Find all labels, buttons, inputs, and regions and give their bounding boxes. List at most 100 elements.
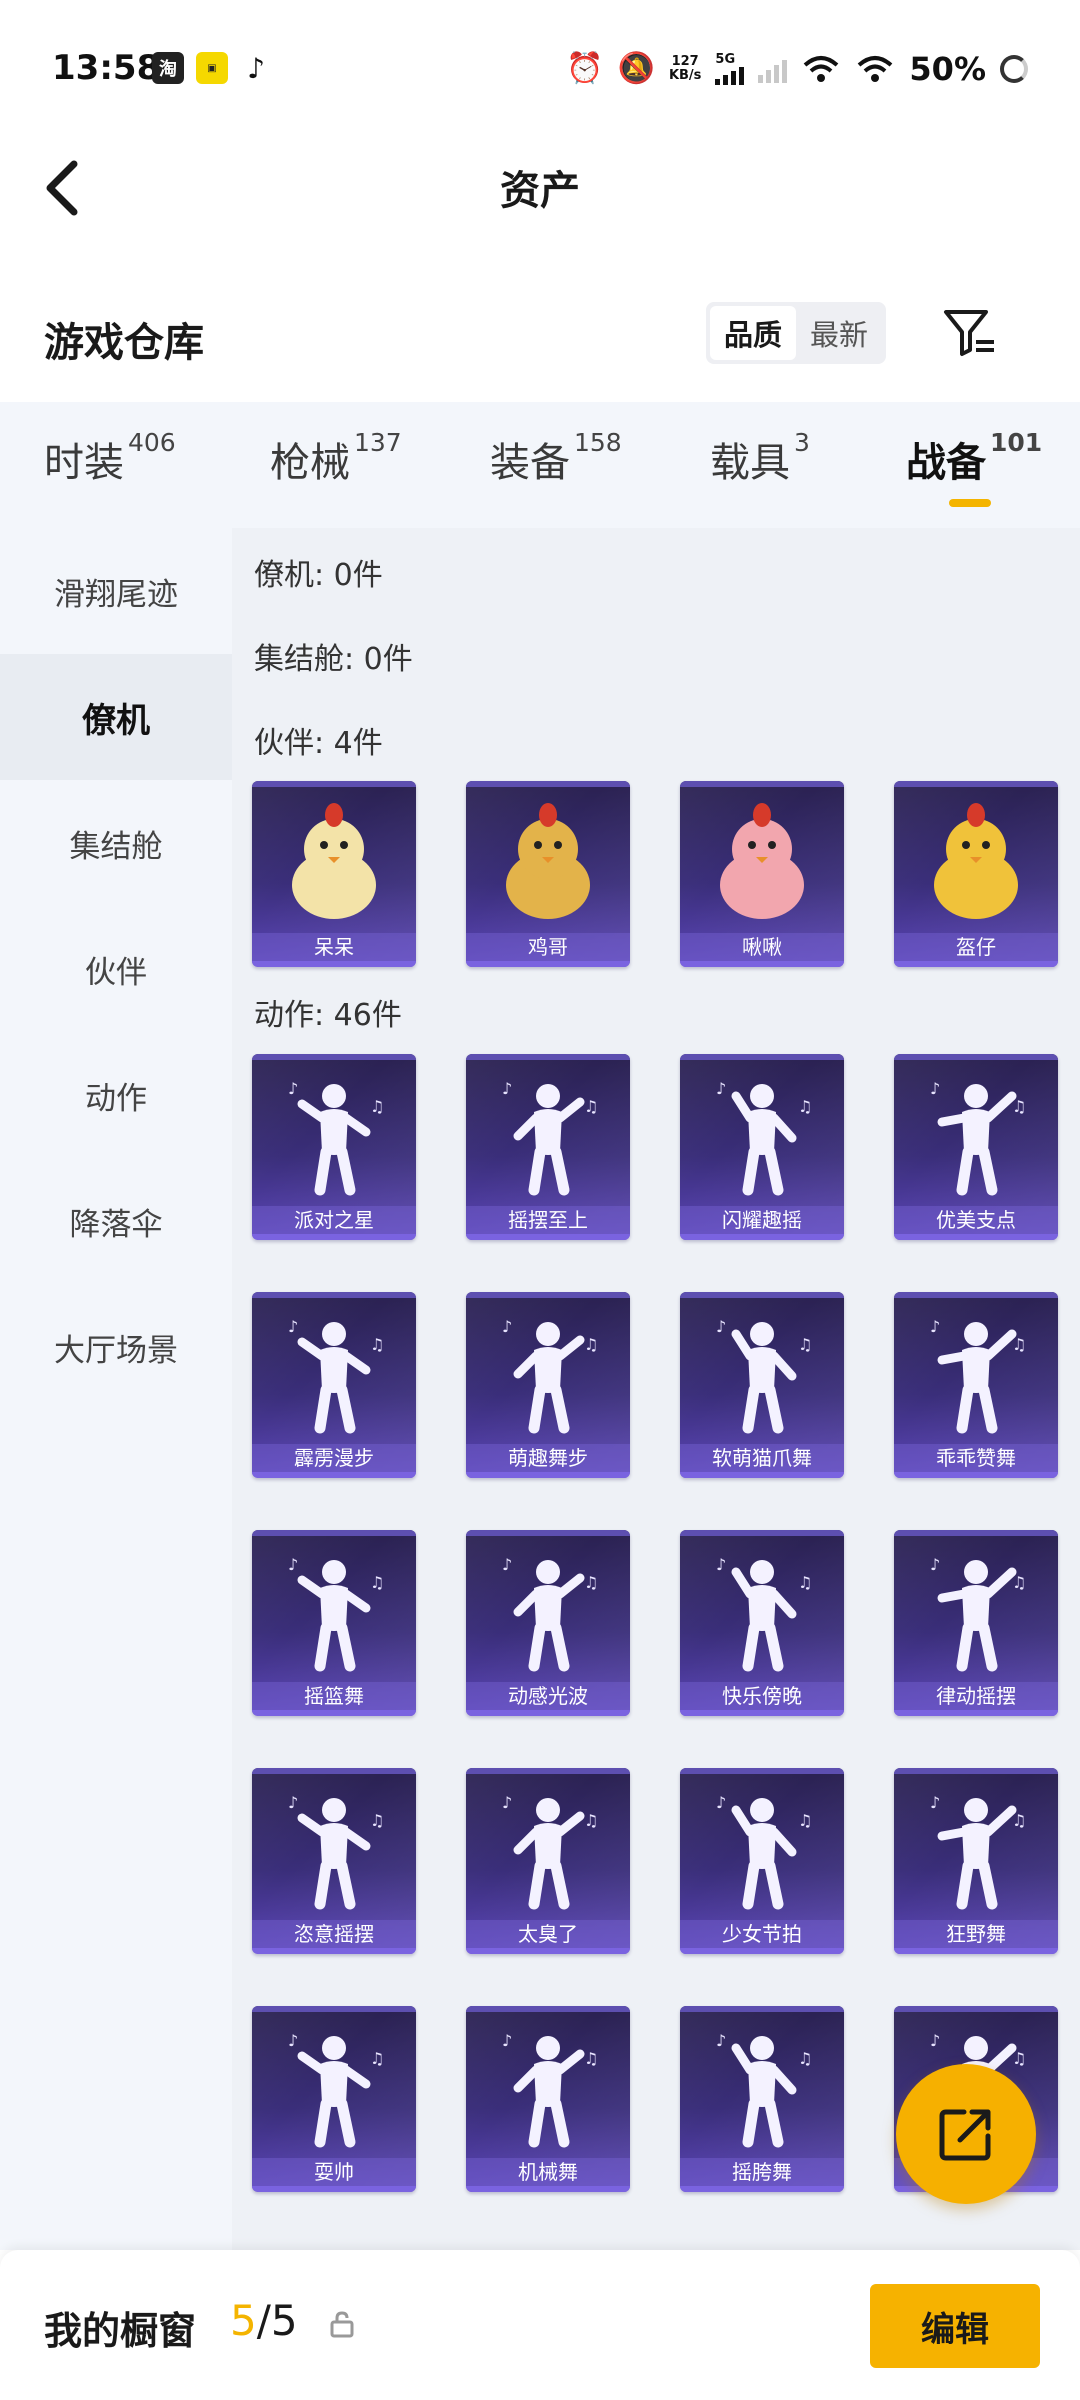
loading-ring-icon bbox=[1000, 55, 1028, 83]
emote-card[interactable]: ♪ ♫ 律动摇摆 bbox=[894, 1530, 1058, 1716]
emote-name: 闪耀趣摇 bbox=[680, 1206, 844, 1234]
tab-equipment[interactable]: 装备 158 bbox=[490, 428, 622, 488]
group-label-companion: 伙伴: 4件 bbox=[254, 726, 383, 761]
tab-guns[interactable]: 枪械 137 bbox=[270, 428, 402, 488]
dance-figure-icon: ♪♫ bbox=[502, 2031, 598, 2148]
emote-card[interactable]: ♪ ♫ 摇胯舞 bbox=[680, 2006, 844, 2192]
emote-card[interactable]: ♪ ♫ 乖乖赞舞 bbox=[894, 1292, 1058, 1478]
svg-text:♪: ♪ bbox=[288, 1317, 298, 1336]
group-label-emote: 动作: 46件 bbox=[254, 998, 402, 1033]
card-bottom-stripe bbox=[252, 2186, 416, 2192]
sidebar-item-glide-trail[interactable]: 滑翔尾迹 bbox=[0, 528, 232, 654]
wifi-calling-icon bbox=[804, 56, 839, 82]
companion-name: 鸡哥 bbox=[466, 933, 630, 961]
card-bottom-stripe bbox=[894, 1948, 1058, 1954]
emote-card[interactable]: ♪ ♫ 狂野舞 bbox=[894, 1768, 1058, 1954]
emote-card[interactable]: ♪ ♫ 闪耀趣摇 bbox=[680, 1054, 844, 1240]
card-top-stripe bbox=[466, 1768, 630, 1774]
sidebar-item-companion[interactable]: 伙伴 bbox=[0, 906, 232, 1032]
card-top-stripe bbox=[466, 2006, 630, 2012]
emote-name: 太臭了 bbox=[466, 1920, 630, 1948]
dance-figure-icon: ♪♫ bbox=[288, 2031, 384, 2148]
tab-fashion[interactable]: 时装 406 bbox=[44, 428, 176, 488]
dance-figure-icon: ♪♫ bbox=[502, 1555, 598, 1672]
svg-text:♪: ♪ bbox=[716, 1079, 726, 1098]
card-bottom-stripe bbox=[680, 1948, 844, 1954]
emote-card[interactable]: ♪ ♫ 摇篮舞 bbox=[252, 1530, 416, 1716]
warehouse-header: 游戏仓库 品质 最新 bbox=[0, 290, 1080, 390]
sidebar-item-emote[interactable]: 动作 bbox=[0, 1032, 232, 1158]
emote-name: 律动摇摆 bbox=[894, 1682, 1058, 1710]
card-bottom-stripe bbox=[894, 1234, 1058, 1240]
tab-combat-gear[interactable]: 战备 101 bbox=[906, 428, 1042, 488]
card-bottom-stripe bbox=[894, 1472, 1058, 1478]
sidebar-item-lobby-scene[interactable]: 大厅场景 bbox=[0, 1284, 232, 1410]
emote-card[interactable]: ♪ ♫ 机械舞 bbox=[466, 2006, 630, 2192]
companion-card[interactable]: 盔仔 bbox=[894, 781, 1058, 967]
companion-card[interactable]: 鸡哥 bbox=[466, 781, 630, 967]
card-top-stripe bbox=[252, 2006, 416, 2012]
emote-card[interactable]: ♪ ♫ 快乐傍晚 bbox=[680, 1530, 844, 1716]
card-top-stripe bbox=[680, 1054, 844, 1060]
emote-card[interactable]: ♪ ♫ 动感光波 bbox=[466, 1530, 630, 1716]
emote-card[interactable]: ♪ ♫ 太臭了 bbox=[466, 1768, 630, 1954]
active-tab-indicator bbox=[949, 499, 991, 507]
card-bottom-stripe bbox=[680, 1710, 844, 1716]
companion-name: 啾啾 bbox=[680, 933, 844, 961]
card-top-stripe bbox=[894, 2006, 1058, 2012]
net-speed: 127 KB/s bbox=[669, 55, 701, 83]
sidebar-item-wingman[interactable]: 僚机 bbox=[0, 654, 232, 780]
dance-figure-icon: ♪♫ bbox=[502, 1317, 598, 1434]
card-bottom-stripe bbox=[466, 1234, 630, 1240]
card-top-stripe bbox=[680, 1768, 844, 1774]
card-bottom-stripe bbox=[466, 961, 630, 967]
emote-name: 狂野舞 bbox=[894, 1920, 1058, 1948]
svg-text:♪: ♪ bbox=[502, 2031, 512, 2050]
svg-text:♫: ♫ bbox=[1012, 1573, 1026, 1592]
showcase-count-total: /5 bbox=[256, 2296, 298, 2345]
card-top-stripe bbox=[252, 1054, 416, 1060]
filter-icon[interactable] bbox=[942, 306, 998, 362]
emote-card[interactable]: ♪ ♫ 派对之星 bbox=[252, 1054, 416, 1240]
emote-card[interactable]: ♪ ♫ 霹雳漫步 bbox=[252, 1292, 416, 1478]
card-top-stripe bbox=[894, 1768, 1058, 1774]
sort-by-quality-button[interactable]: 品质 bbox=[710, 306, 796, 360]
svg-text:♪: ♪ bbox=[930, 1793, 940, 1812]
share-fab[interactable] bbox=[896, 2064, 1036, 2204]
card-bottom-stripe bbox=[466, 1710, 630, 1716]
emote-card[interactable]: ♪ ♫ 萌趣舞步 bbox=[466, 1292, 630, 1478]
tab-vehicles[interactable]: 载具 3 bbox=[710, 428, 810, 488]
emote-name: 乖乖赞舞 bbox=[894, 1444, 1058, 1472]
card-bottom-stripe bbox=[252, 1948, 416, 1954]
emote-name: 软萌猫爪舞 bbox=[680, 1444, 844, 1472]
svg-text:♪: ♪ bbox=[288, 2031, 298, 2050]
svg-text:♫: ♫ bbox=[584, 1097, 598, 1116]
dance-figure-icon: ♪♫ bbox=[716, 1793, 812, 1910]
svg-text:♫: ♫ bbox=[370, 1335, 384, 1354]
card-bottom-stripe bbox=[466, 1472, 630, 1478]
sort-by-newest-button[interactable]: 最新 bbox=[796, 306, 882, 360]
card-top-stripe bbox=[894, 1054, 1058, 1060]
edit-button[interactable]: 编辑 bbox=[870, 2284, 1040, 2368]
emote-card[interactable]: ♪ ♫ 少女节拍 bbox=[680, 1768, 844, 1954]
companion-card[interactable]: 啾啾 bbox=[680, 781, 844, 967]
svg-text:♪: ♪ bbox=[288, 1793, 298, 1812]
emote-card[interactable]: ♪ ♫ 恣意摇摆 bbox=[252, 1768, 416, 1954]
card-top-stripe bbox=[466, 781, 630, 787]
group-label-wingman: 僚机: 0件 bbox=[254, 558, 383, 593]
emote-card[interactable]: ♪ ♫ 摇摆至上 bbox=[466, 1054, 630, 1240]
emote-name: 摇胯舞 bbox=[680, 2158, 844, 2186]
group-label-rally-pod: 集结舱: 0件 bbox=[254, 642, 413, 677]
dance-figure-icon: ♪♫ bbox=[716, 1317, 812, 1434]
companion-card[interactable]: 呆呆 bbox=[252, 781, 416, 967]
emote-card[interactable]: ♪ ♫ 软萌猫爪舞 bbox=[680, 1292, 844, 1478]
emote-card[interactable]: ♪ ♫ 耍帅 bbox=[252, 2006, 416, 2192]
sidebar-item-rally-pod[interactable]: 集结舱 bbox=[0, 780, 232, 906]
companion-art-icon bbox=[292, 803, 376, 919]
sidebar-item-parachute[interactable]: 降落伞 bbox=[0, 1158, 232, 1284]
emote-card[interactable]: ♪ ♫ 优美支点 bbox=[894, 1054, 1058, 1240]
notification-app-icon: ▣ bbox=[196, 52, 228, 84]
card-top-stripe bbox=[252, 1530, 416, 1536]
emote-name: 机械舞 bbox=[466, 2158, 630, 2186]
card-top-stripe bbox=[680, 2006, 844, 2012]
